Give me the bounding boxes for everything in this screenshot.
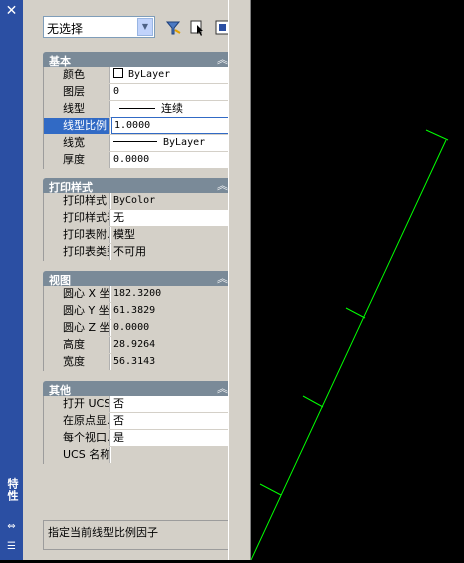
palette-title-bar[interactable]: ✕ 特性 ⇔ ☰ xyxy=(0,0,23,560)
property-row-center-z[interactable]: 圆心 Z 坐标 0.0000 xyxy=(44,320,234,337)
property-row-linetype[interactable]: 线型 连续 xyxy=(44,101,234,118)
property-value: ByColor xyxy=(111,193,234,209)
property-row-lineweight[interactable]: 线宽 ByLayer xyxy=(44,135,234,152)
section-header[interactable]: 其他 ︽ xyxy=(43,380,234,397)
close-icon[interactable]: ✕ xyxy=(4,4,19,19)
property-value-input[interactable]: 1.0000 xyxy=(111,117,234,134)
property-row-linetype-scale[interactable]: 线型比例 1.0000 xyxy=(44,117,234,135)
collapse-icon[interactable]: ︽ xyxy=(217,51,228,67)
property-value: 28.9264 xyxy=(111,337,234,353)
property-value: ByLayer xyxy=(128,69,171,80)
drawn-line[interactable] xyxy=(250,139,447,561)
property-label: 高度 xyxy=(44,337,110,353)
property-row-thickness[interactable]: 厚度 0.0000 xyxy=(44,152,234,169)
property-label: UCS 名称 xyxy=(44,447,110,463)
property-row-ucs-icon-on[interactable]: 打开 UCS... 否 xyxy=(44,396,234,413)
section-header[interactable]: 打印样式 ︽ xyxy=(43,177,234,194)
property-row-ucs-at-origin[interactable]: 在原点显... 否 xyxy=(44,413,234,430)
property-label: 图层 xyxy=(44,84,110,100)
collapse-icon[interactable]: ︽ xyxy=(217,177,228,193)
property-label: 颜色 xyxy=(44,67,110,83)
property-label: 线型比例 xyxy=(44,118,110,134)
property-value: 0.0000 xyxy=(111,320,234,336)
property-row-ucs-per-viewport[interactable]: 每个视口... 是 xyxy=(44,430,234,447)
property-label: 在原点显... xyxy=(44,413,110,429)
property-label: 圆心 Z 坐标 xyxy=(44,320,110,336)
section-plot-style: 打印样式 ︽ 打印样式 ByColor 打印样式表 无 打印表附... 模型 xyxy=(43,178,234,261)
property-row-plot-style-table[interactable]: 打印样式表 无 xyxy=(44,210,234,227)
property-row-plot-table-attached[interactable]: 打印表附... 模型 xyxy=(44,227,234,244)
property-row-height[interactable]: 高度 28.9264 xyxy=(44,337,234,354)
line-tick xyxy=(302,395,324,408)
property-value: 无 xyxy=(113,211,124,224)
property-panels: 基本 ︽ 颜色 ByLayer 图层 0 线型 连续 线型比例 1.0000 线… xyxy=(43,52,234,471)
property-label: 厚度 xyxy=(44,152,110,168)
property-label: 圆心 Y 坐标 xyxy=(44,303,110,319)
toggle-pickadd-button[interactable] xyxy=(162,16,182,38)
section-general: 基本 ︽ 颜色 ByLayer 图层 0 线型 连续 线型比例 1.0000 线… xyxy=(43,52,234,169)
property-label: 线宽 xyxy=(44,135,110,151)
palette-edge[interactable] xyxy=(228,0,251,560)
property-value: 不可用 xyxy=(111,244,234,260)
drawing-canvas[interactable] xyxy=(250,0,464,561)
line-tick xyxy=(345,307,366,319)
auto-hide-icon[interactable]: ⇔ xyxy=(4,520,19,533)
property-value: 是 xyxy=(113,431,124,444)
property-value: 56.3143 xyxy=(111,354,234,370)
section-view: 视图 ︽ 圆心 X 坐标 182.3200 圆心 Y 坐标 61.3829 圆心… xyxy=(43,271,234,371)
section-misc: 其他 ︽ 打开 UCS... 否 在原点显... 否 每个视口... 是 xyxy=(43,381,234,464)
palette-title: 特性 xyxy=(6,478,19,502)
collapse-icon[interactable]: ︽ xyxy=(217,380,228,396)
property-value: 连续 xyxy=(161,102,183,115)
property-label: 宽度 xyxy=(44,354,110,370)
property-value: ByLayer xyxy=(163,137,206,148)
drawing-area[interactable] xyxy=(250,0,464,561)
property-value: 61.3829 xyxy=(111,303,234,319)
property-row-center-y[interactable]: 圆心 Y 坐标 61.3829 xyxy=(44,303,234,320)
property-value xyxy=(111,447,234,463)
property-row-ucs-name[interactable]: UCS 名称 xyxy=(44,447,234,464)
lineweight-preview xyxy=(113,141,157,142)
property-description: 指定当前线型比例因子 xyxy=(43,520,234,550)
palette-menu-icon[interactable]: ☰ xyxy=(4,540,19,553)
chevron-down-icon[interactable]: ▼ xyxy=(137,18,153,36)
collapse-icon[interactable]: ︽ xyxy=(217,270,228,286)
property-label: 线型 xyxy=(44,101,110,117)
property-label: 打印表附... xyxy=(44,227,110,243)
property-label: 打印样式表 xyxy=(44,210,110,226)
property-value: 模型 xyxy=(111,227,234,243)
selection-dropdown[interactable]: 无选择 ▼ xyxy=(43,16,155,38)
property-label: 每个视口... xyxy=(44,430,110,446)
property-label: 打印表类型 xyxy=(44,244,110,260)
line-tick xyxy=(259,483,282,496)
property-value: 否 xyxy=(113,414,124,427)
property-value: 否 xyxy=(113,397,124,410)
property-row-plot-table-type[interactable]: 打印表类型 不可用 xyxy=(44,244,234,261)
line-tick xyxy=(425,129,449,141)
property-row-plot-style[interactable]: 打印样式 ByColor xyxy=(44,193,234,210)
property-label: 打开 UCS... xyxy=(44,396,110,412)
property-value: 0 xyxy=(113,86,120,97)
property-value: 182.3200 xyxy=(111,286,234,302)
property-value: 0.0000 xyxy=(113,154,150,165)
selection-value: 无选择 xyxy=(47,22,84,36)
select-objects-button[interactable] xyxy=(187,16,207,38)
select-objects-icon xyxy=(190,20,203,36)
section-header[interactable]: 视图 ︽ xyxy=(43,270,234,287)
quick-select-icon xyxy=(165,21,181,35)
property-row-color[interactable]: 颜色 ByLayer xyxy=(44,67,234,84)
property-row-width[interactable]: 宽度 56.3143 xyxy=(44,354,234,371)
property-label: 打印样式 xyxy=(44,193,110,209)
color-swatch-icon xyxy=(113,68,123,78)
property-label: 圆心 X 坐标 xyxy=(44,286,110,302)
palette-body: 无选择 ▼ 基本 ︽ 颜色 ByLayer 图层 0 线型 连续 线型比例 1.… xyxy=(23,0,250,560)
linetype-preview xyxy=(119,108,155,109)
properties-palette: ✕ 特性 ⇔ ☰ 无选择 ▼ 基本 ︽ 颜色 ByLayer 图层 0 线型 连… xyxy=(0,0,251,560)
property-row-center-x[interactable]: 圆心 X 坐标 182.3200 xyxy=(44,286,234,303)
property-row-layer[interactable]: 图层 0 xyxy=(44,84,234,101)
section-header[interactable]: 基本 ︽ xyxy=(43,51,234,68)
